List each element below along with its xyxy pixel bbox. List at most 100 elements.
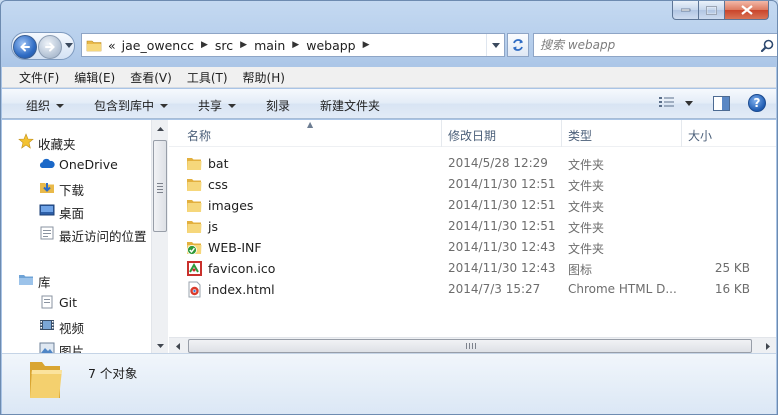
recent-places-icon <box>40 226 54 240</box>
menu-tools[interactable]: 工具(T) <box>187 69 228 86</box>
organize-label: 组织 <box>26 99 51 113</box>
file-row[interactable]: css 2014/11/30 12:51 文件夹 <box>169 174 776 195</box>
crumb-jae-owencc[interactable]: jae_owencc <box>122 38 194 53</box>
file-list-horizontal-scrollbar[interactable] <box>169 337 776 354</box>
chevron-down-icon <box>228 103 237 108</box>
scroll-up-button[interactable] <box>152 120 168 137</box>
scroll-down-button[interactable] <box>152 337 168 354</box>
chevron-up-icon <box>156 126 164 131</box>
file-row[interactable]: index.html 2014/7/3 15:27 Chrome HTML D.… <box>169 279 776 300</box>
column-name[interactable]: 名称 <box>187 127 211 144</box>
navigation-scrollbar[interactable] <box>151 120 168 354</box>
nav-label: 最近访问的位置 <box>59 229 147 244</box>
back-button[interactable] <box>13 35 37 59</box>
column-divider[interactable] <box>681 120 682 147</box>
address-history-dropdown[interactable] <box>486 34 504 56</box>
folder-icon <box>187 158 202 170</box>
burn-button[interactable]: 刻录 <box>266 97 290 114</box>
menu-help[interactable]: 帮助(H) <box>243 69 285 86</box>
crumb-separator-icon[interactable]: ▶ <box>201 40 208 50</box>
close-button[interactable] <box>725 1 769 20</box>
main-content: 收藏夹 OneDrive 下载 桌面 最近访问的位置 库 Git 视频 图片 ▲… <box>2 120 776 354</box>
refresh-icon <box>513 39 523 51</box>
search-input[interactable] <box>534 35 756 55</box>
chevron-right-icon <box>765 342 770 350</box>
crumb-webapp[interactable]: webapp <box>306 38 355 53</box>
file-date: 2014/7/3 15:27 <box>448 282 541 296</box>
file-name: index.html <box>208 282 275 297</box>
file-type: 文件夹 <box>568 158 605 172</box>
file-name: js <box>208 219 218 234</box>
video-library-icon <box>40 320 54 330</box>
crumb-separator-icon[interactable]: ▶ <box>363 40 370 50</box>
file-date: 2014/11/30 12:51 <box>448 219 556 233</box>
nav-item-favorites[interactable]: 收藏夹 <box>18 133 76 153</box>
file-row[interactable]: images 2014/11/30 12:51 文件夹 <box>169 195 776 216</box>
file-row[interactable]: favicon.ico 2014/11/30 12:43 图标 25 KB <box>169 258 776 279</box>
folder-icon <box>187 200 202 212</box>
minimize-button[interactable] <box>672 1 699 20</box>
help-icon[interactable]: ? <box>748 94 766 112</box>
chevron-down-icon <box>56 103 65 108</box>
file-size: 25 KB <box>714 261 750 275</box>
nav-item-desktop[interactable]: 桌面 <box>39 203 84 222</box>
crumb-separator-icon[interactable]: ▶ <box>240 40 247 50</box>
maximize-icon <box>706 5 717 15</box>
nav-item-videos[interactable]: 视频 <box>40 318 84 337</box>
details-pane: 7 个对象 <box>2 353 776 414</box>
search-icon[interactable] <box>756 39 777 52</box>
file-row[interactable]: WEB-INF 2014/11/30 12:43 文件夹 <box>169 237 776 258</box>
nav-label: Git <box>59 295 78 310</box>
include-in-library-button[interactable]: 包含到库中 <box>94 97 169 114</box>
nav-label: 库 <box>38 275 51 290</box>
scroll-thumb[interactable] <box>188 339 752 353</box>
nav-item-libraries[interactable]: 库 <box>19 272 51 291</box>
file-size: 16 KB <box>714 282 750 296</box>
crumb-separator-icon[interactable]: ▶ <box>292 40 299 50</box>
new-folder-button[interactable]: 新建文件夹 <box>320 97 380 114</box>
nav-item-onedrive[interactable]: OneDrive <box>39 157 118 172</box>
nav-label: 收藏夹 <box>38 137 76 152</box>
column-divider[interactable] <box>441 120 442 147</box>
minimize-icon <box>680 8 690 12</box>
forward-button[interactable] <box>38 35 62 59</box>
nav-item-downloads[interactable]: 下载 <box>40 180 84 199</box>
crumb-src[interactable]: src <box>215 38 233 53</box>
share-button[interactable]: 共享 <box>198 97 237 114</box>
column-type[interactable]: 类型 <box>568 127 592 144</box>
nav-item-git[interactable]: Git <box>41 295 78 310</box>
file-type: Chrome HTML D... <box>568 282 677 296</box>
file-date: 2014/11/30 12:43 <box>448 261 556 275</box>
view-details-icon[interactable] <box>659 96 675 110</box>
column-size[interactable]: 大小 <box>688 127 712 144</box>
nav-item-recent-places[interactable]: 最近访问的位置 <box>40 226 147 245</box>
maximize-button[interactable] <box>699 1 725 20</box>
scroll-right-button[interactable] <box>759 338 776 354</box>
file-row[interactable]: js 2014/11/30 12:51 文件夹 <box>169 216 776 237</box>
file-row[interactable]: bat 2014/5/28 12:29 文件夹 <box>169 153 776 174</box>
file-date: 2014/11/30 12:51 <box>448 177 556 191</box>
menu-file[interactable]: 文件(F) <box>19 69 59 86</box>
view-options-dropdown-icon[interactable] <box>685 100 693 106</box>
favicon-icon <box>187 261 202 276</box>
file-name: bat <box>208 156 229 171</box>
menu-edit[interactable]: 编辑(E) <box>74 69 115 86</box>
navigation-pane: 收藏夹 OneDrive 下载 桌面 最近访问的位置 库 Git 视频 图片 <box>2 120 151 354</box>
forward-arrow-icon <box>45 42 55 52</box>
address-bar[interactable]: « jae_owencc ▶ src ▶ main ▶ webapp ▶ <box>81 33 505 57</box>
column-divider[interactable] <box>561 120 562 147</box>
recent-pages-dropdown-icon[interactable] <box>65 43 73 48</box>
folder-icon <box>86 40 102 52</box>
organize-button[interactable]: 组织 <box>26 97 65 114</box>
address-overflow[interactable]: « <box>108 38 116 53</box>
menu-view[interactable]: 查看(V) <box>130 69 172 86</box>
chevron-down-icon <box>491 42 500 48</box>
nav-buttons <box>11 32 75 60</box>
command-bar: 组织 包含到库中 共享 刻录 新建文件夹 ? <box>2 89 776 119</box>
scroll-thumb[interactable] <box>153 140 167 232</box>
refresh-button[interactable] <box>507 33 529 57</box>
scroll-left-button[interactable] <box>169 338 186 354</box>
preview-pane-icon[interactable] <box>713 95 730 111</box>
crumb-main[interactable]: main <box>254 38 285 53</box>
column-date[interactable]: 修改日期 <box>448 127 496 144</box>
